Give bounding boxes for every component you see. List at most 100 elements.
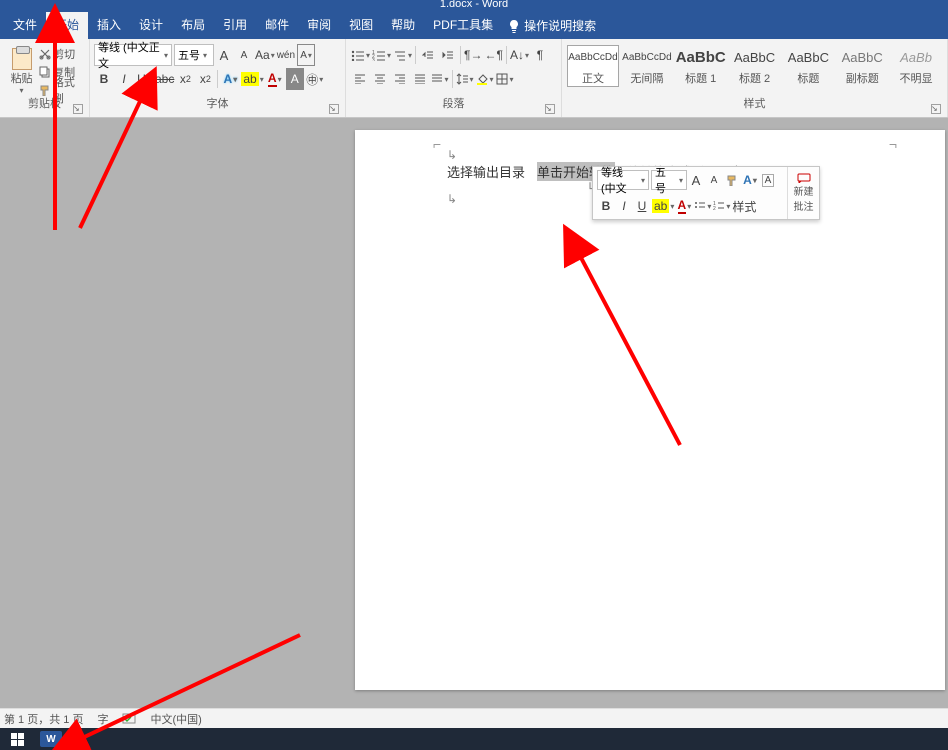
mt-bold[interactable]: B	[598, 195, 614, 217]
tab-file[interactable]: 文件	[4, 12, 46, 39]
mt-font-color2[interactable]: A	[676, 195, 692, 217]
dec-indent-button[interactable]	[419, 44, 437, 66]
mt-shrink-font[interactable]: A	[706, 169, 722, 191]
multilevel-list-button[interactable]	[393, 44, 412, 66]
paragraph-group-label: 段落	[350, 99, 557, 115]
font-dialog-launcher[interactable]	[329, 104, 339, 114]
mt-underline[interactable]: U	[634, 195, 650, 217]
style-item-0[interactable]: AaBbCcDd正文	[567, 45, 619, 87]
grow-font-button[interactable]: A	[215, 44, 233, 66]
mt-grow-font[interactable]: A	[688, 169, 704, 191]
paste-button[interactable]: 粘贴 ▾	[4, 43, 39, 99]
enclose-char-button[interactable]: ㊥	[306, 68, 324, 90]
mt-new-comment[interactable]: 新建 批注	[787, 167, 819, 219]
align-right-icon	[394, 74, 406, 84]
mt-highlight[interactable]: ab	[652, 195, 674, 217]
style-item-2[interactable]: AaBbC标题 1	[675, 45, 727, 87]
format-painter-button[interactable]: 格式刷	[39, 82, 85, 98]
char-border-button[interactable]: A	[297, 44, 315, 66]
windows-logo-icon	[11, 733, 24, 746]
phonetic-guide-button[interactable]: wén	[277, 44, 295, 66]
mt-bullets[interactable]	[694, 195, 711, 217]
font-size-combo[interactable]: 五号▾	[174, 44, 214, 66]
distribute-button[interactable]	[431, 68, 449, 90]
mt-italic[interactable]: I	[616, 195, 632, 217]
italic-button[interactable]: I	[115, 68, 133, 90]
mt-font-color[interactable]: A	[742, 169, 758, 191]
status-language[interactable]: 中文(中国)	[150, 711, 201, 727]
style-item-1[interactable]: AaBbCcDd无间隔	[621, 45, 673, 87]
distribute-icon	[431, 74, 443, 84]
align-center-button[interactable]	[371, 68, 389, 90]
ltr-button[interactable]: ¶→	[464, 44, 482, 66]
char-shading-button[interactable]: A	[286, 68, 304, 90]
ribbon: 粘贴 ▾ 剪切 复制 格式刷 剪贴板 等线 (中文正文▾ 五号▾ A A Aa …	[0, 39, 948, 118]
clipboard-group-label: 剪贴板	[4, 99, 85, 115]
mt-styles[interactable]: 样式	[732, 195, 756, 217]
style-item-4[interactable]: AaBbC标题	[782, 45, 834, 87]
mt-numbering[interactable]: 12	[713, 195, 730, 217]
text-segment-0[interactable]: 选择输出目录	[447, 162, 525, 181]
status-page[interactable]: 第 1 页，共 1 页	[4, 711, 83, 727]
mt-size-combo[interactable]: 五号▾	[651, 170, 687, 190]
mt-clear-format[interactable]: A	[760, 169, 776, 191]
tab-insert[interactable]: 插入	[88, 12, 130, 39]
status-wordcount[interactable]: 字	[97, 711, 108, 727]
tellme-search[interactable]: 操作说明搜索	[508, 17, 596, 34]
highlight-button[interactable]: ab	[241, 68, 263, 90]
taskbar-word[interactable]: W	[34, 728, 68, 750]
clipboard-dialog-launcher[interactable]	[73, 104, 83, 114]
tab-design[interactable]: 设计	[130, 12, 172, 39]
borders-icon	[496, 73, 508, 85]
change-case-button[interactable]: Aa	[255, 44, 275, 66]
style-item-5[interactable]: AaBbC副标题	[836, 45, 888, 87]
cut-icon	[39, 48, 51, 60]
window-title: 1.docx - Word	[0, 0, 948, 10]
superscript-button[interactable]: x2	[196, 68, 214, 90]
align-left-button[interactable]	[351, 68, 369, 90]
tab-help[interactable]: 帮助	[382, 12, 424, 39]
comment-icon	[797, 173, 811, 183]
bold-button[interactable]: B	[95, 68, 113, 90]
underline-button[interactable]: U	[135, 68, 153, 90]
inc-indent-button[interactable]	[439, 44, 457, 66]
subscript-button[interactable]: x2	[176, 68, 194, 90]
inc-indent-icon	[442, 49, 454, 61]
sort-button[interactable]: A↓	[510, 44, 529, 66]
style-item-3[interactable]: AaBbC标题 2	[729, 45, 781, 87]
tab-pdftools[interactable]: PDF工具集	[424, 12, 502, 39]
mt-font-combo[interactable]: 等线 (中文▾	[597, 170, 649, 190]
show-marks-button[interactable]: ¶	[531, 44, 549, 66]
rtl-button[interactable]: ←¶	[485, 44, 503, 66]
align-right-button[interactable]	[391, 68, 409, 90]
tab-view[interactable]: 视图	[340, 12, 382, 39]
tab-home[interactable]: 开始	[46, 12, 88, 39]
brush-icon	[726, 174, 738, 186]
line-spacing-button[interactable]	[456, 68, 474, 90]
tab-review[interactable]: 审阅	[298, 12, 340, 39]
cut-button[interactable]: 剪切	[39, 46, 85, 62]
shading-button[interactable]	[476, 68, 494, 90]
mini-toolbar: 等线 (中文▾ 五号▾ A A A A B I U ab A 12 样式 新建	[592, 166, 820, 220]
windows-taskbar: W	[0, 728, 948, 750]
tab-references[interactable]: 引用	[214, 12, 256, 39]
font-color-button[interactable]: A	[266, 68, 284, 90]
style-item-6[interactable]: AaBb不明显	[890, 45, 942, 87]
justify-button[interactable]	[411, 68, 429, 90]
tab-mail[interactable]: 邮件	[256, 12, 298, 39]
paragraph-dialog-launcher[interactable]	[545, 104, 555, 114]
styles-dialog-launcher[interactable]	[931, 104, 941, 114]
paste-icon	[12, 48, 32, 70]
borders-button[interactable]	[496, 68, 514, 90]
svg-text:2: 2	[713, 206, 716, 211]
shrink-font-button[interactable]: A	[235, 44, 253, 66]
tab-layout[interactable]: 布局	[172, 12, 214, 39]
numbering-button[interactable]: 123	[372, 44, 391, 66]
status-spellcheck[interactable]	[122, 713, 136, 725]
strikethrough-button[interactable]: abc	[155, 68, 174, 90]
start-button[interactable]	[0, 728, 34, 750]
font-name-combo[interactable]: 等线 (中文正文▾	[94, 44, 172, 66]
bullets-button[interactable]	[351, 44, 370, 66]
mt-format-painter[interactable]	[724, 169, 740, 191]
text-effects-button[interactable]: A	[221, 68, 239, 90]
